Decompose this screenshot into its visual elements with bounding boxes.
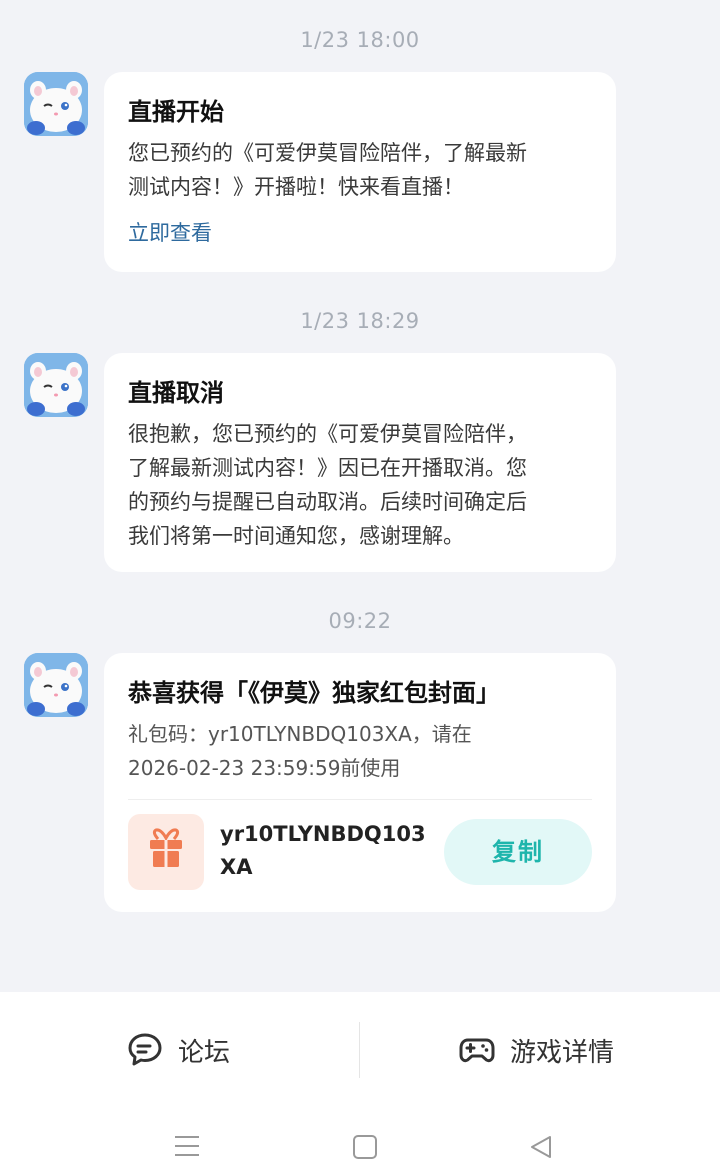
message-line: 很抱歉，您已预约的《可爱伊莫冒险陪伴，: [128, 422, 527, 446]
cat-avatar-icon[interactable]: [24, 353, 88, 417]
message-card-live-start: 直播开始 您已预约的《可爱伊莫冒险陪伴，了解最新 测试内容！》开播啦！快来看直播…: [104, 72, 616, 272]
chat-bubble-icon: [128, 1033, 162, 1066]
copy-button[interactable]: 复制: [444, 819, 592, 885]
message-body: 很抱歉，您已预约的《可爱伊莫冒险陪伴， 了解最新测试内容！》因已在开播取消。您 …: [128, 417, 592, 553]
message-body: 礼包码：yr10TLYNBDQ103XA，请在 2026-02-23 23:59…: [128, 717, 592, 785]
divider: [128, 799, 592, 800]
gift-code-line: yr10TLYNBDQ103: [220, 822, 426, 846]
forum-label: 论坛: [178, 1037, 231, 1068]
message-line: 我们将第一时间通知您，感谢理解。: [128, 524, 464, 548]
gift-icon: [128, 814, 204, 890]
home-square-icon[interactable]: [352, 1134, 378, 1164]
game-details-label: 游戏详情: [510, 1037, 615, 1068]
back-triangle-icon[interactable]: [528, 1134, 554, 1164]
message-body: 您已预约的《可爱伊莫冒险陪伴，了解最新 测试内容！》开播啦！快来看直播！: [128, 136, 592, 204]
menu-icon[interactable]: [173, 1134, 201, 1162]
gift-code-value: yr10TLYNBDQ103 XA: [220, 818, 430, 884]
message-card-live-cancel: 直播取消 很抱歉，您已预约的《可爱伊莫冒险陪伴， 了解最新测试内容！》因已在开播…: [104, 353, 616, 572]
message-line: 礼包码：yr10TLYNBDQ103XA，请在: [128, 722, 472, 746]
gamepad-icon: [459, 1038, 495, 1063]
bottom-divider: [359, 1022, 360, 1078]
message-title: 恭喜获得「《伊莫》独家红包封面」: [128, 679, 500, 707]
cat-avatar-icon[interactable]: [24, 72, 88, 136]
message-title: 直播取消: [128, 379, 224, 407]
message-line: 的预约与提醒已自动取消。后续时间确定后: [128, 490, 527, 514]
message-feed: 1/23 18:00 直播开始 您已预约的《可爱伊莫冒险陪伴，了解最新 测试内容…: [0, 0, 720, 992]
view-now-link[interactable]: 立即查看: [128, 218, 592, 248]
gift-code-row: yr10TLYNBDQ103 XA 复制: [128, 814, 592, 890]
message-line: 测试内容！》开播啦！快来看直播！: [128, 175, 464, 199]
timestamp: 1/23 18:29: [300, 309, 420, 333]
bottom-action-bar: 论坛 游戏详情: [0, 992, 720, 1170]
message-line: 了解最新测试内容！》因已在开播取消。您: [128, 456, 527, 480]
forum-button[interactable]: 论坛: [126, 1022, 230, 1078]
message-title: 直播开始: [128, 98, 224, 126]
message-line: 您已预约的《可爱伊莫冒险陪伴，了解最新: [128, 141, 527, 165]
gift-code-line: XA: [220, 855, 253, 879]
message-card-gift: 恭喜获得「《伊莫》独家红包封面」 礼包码：yr10TLYNBDQ103XA，请在…: [104, 653, 616, 912]
cat-avatar-icon[interactable]: [24, 653, 88, 717]
timestamp: 1/23 18:00: [300, 28, 420, 52]
message-line: 2026-02-23 23:59:59前使用: [128, 756, 401, 780]
timestamp: 09:22: [328, 609, 392, 633]
game-details-button[interactable]: 游戏详情: [458, 1022, 614, 1078]
